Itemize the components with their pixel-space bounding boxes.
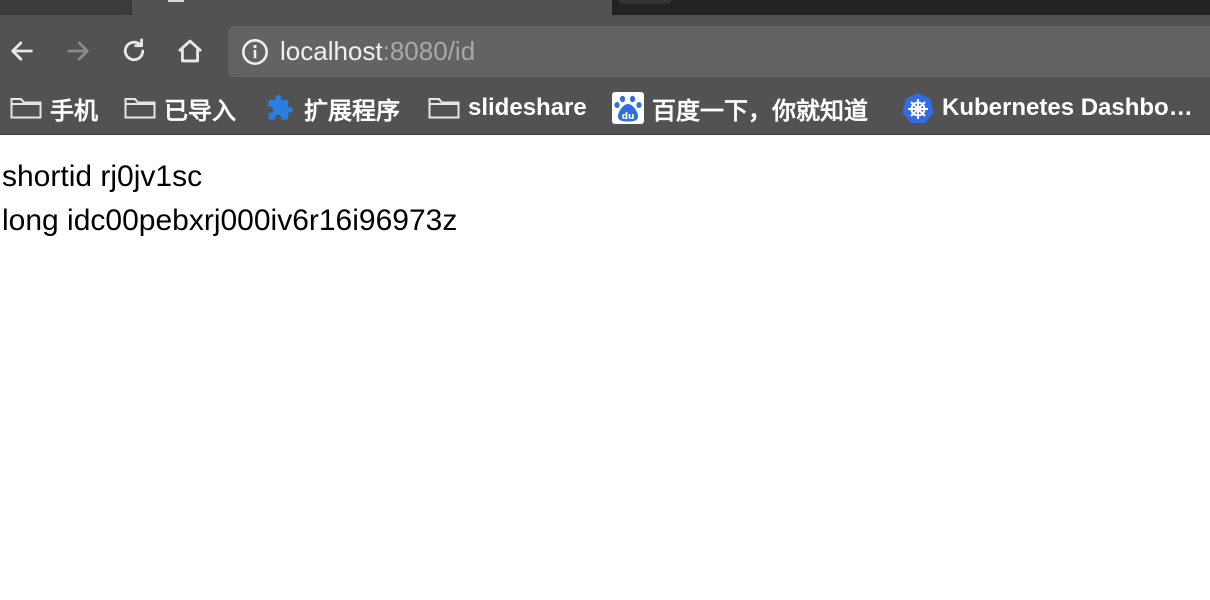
address-url[interactable]: localhost:8080/id — [280, 36, 475, 67]
reload-button[interactable] — [118, 35, 150, 67]
bookmark-label: 手机 — [50, 97, 98, 125]
bookmarks-bar: 手机 已导入 扩展程序 slideshare du 百度一下，你就知道 Kube… — [0, 90, 1210, 135]
folder-icon — [124, 94, 156, 122]
address-bar[interactable]: localhost:8080/id — [228, 26, 1210, 77]
bookmark-yidaoru[interactable]: 已导入 — [124, 90, 236, 126]
tab-strip — [0, 0, 1210, 15]
forward-arrow-icon — [67, 41, 89, 61]
url-host: localhost — [280, 36, 383, 66]
tab-inactive-left[interactable] — [0, 0, 140, 15]
bookmark-label: Kubernetes Dashbo… — [942, 94, 1193, 121]
back-arrow-icon — [11, 41, 33, 61]
folder-icon — [428, 94, 460, 122]
url-path: :8080/id — [382, 36, 476, 66]
bookmark-kubernetes[interactable]: Kubernetes Dashbo… — [902, 90, 1193, 126]
bookmark-extensions[interactable]: 扩展程序 — [264, 90, 400, 126]
shortid-line: shortid rj0jv1sc — [2, 160, 203, 193]
bookmark-slideshare[interactable]: slideshare — [428, 90, 587, 126]
tab-inactive-right[interactable] — [618, 0, 672, 4]
bookmark-baidu[interactable]: du 百度一下，你就知道 — [612, 90, 868, 126]
bookmark-label: 扩展程序 — [304, 97, 400, 125]
browser-toolbar: localhost:8080/id — [0, 15, 1210, 90]
kubernetes-helm-icon — [902, 93, 934, 123]
tab-active[interactable] — [132, 0, 612, 15]
forward-button[interactable] — [62, 35, 94, 67]
puzzle-piece-icon — [264, 94, 296, 122]
folder-icon — [10, 94, 42, 122]
long-id-line: long idc00pebxrj000iv6r16i96973z — [2, 204, 458, 237]
baidu-paw-icon: du — [612, 92, 644, 124]
info-icon[interactable] — [241, 38, 269, 66]
reload-icon — [123, 38, 145, 62]
bookmark-label: 已导入 — [164, 97, 236, 125]
page-content: shortid rj0jv1sc long idc00pebxrj000iv6r… — [2, 155, 457, 243]
bookmark-shouji[interactable]: 手机 — [10, 90, 98, 126]
svg-text:du: du — [622, 112, 635, 122]
home-button[interactable] — [174, 35, 206, 67]
back-button[interactable] — [6, 35, 38, 67]
bookmark-label: 百度一下，你就知道 — [652, 97, 868, 125]
home-icon — [177, 39, 203, 63]
bookmark-label: slideshare — [468, 94, 587, 121]
